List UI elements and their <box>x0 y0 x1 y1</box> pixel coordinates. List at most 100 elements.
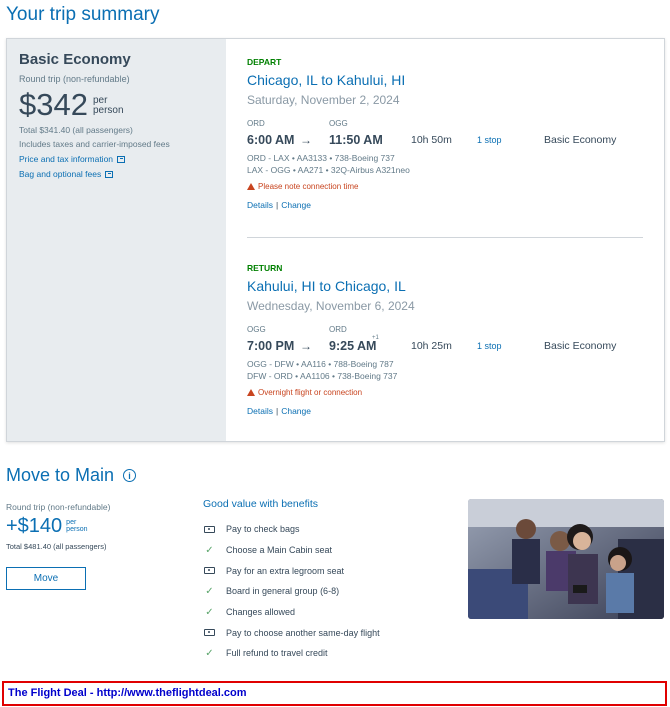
upsell-price-amount: +$140 <box>6 515 63 537</box>
benefit-item: ✓ Full refund to travel credit <box>203 643 380 664</box>
depart-stops-link[interactable]: 1 stop <box>477 135 502 145</box>
fare-price-panel: Basic Economy Round trip (non-refundable… <box>7 39 226 441</box>
benefits-title: Good value with benefits <box>203 498 318 510</box>
segment-divider <box>247 237 643 238</box>
cabin-photo <box>468 499 664 619</box>
benefit-text: Pay for an extra legroom seat <box>226 565 345 576</box>
return-stops-link[interactable]: 1 stop <box>477 341 502 351</box>
benefit-item: ✓ Board in general group (6-8) <box>203 581 380 602</box>
benefit-item: ✓ Choose a Main Cabin seat <box>203 540 380 561</box>
upsell-title: Move to Main i <box>6 465 137 486</box>
depart-warning-text: Please note connection time <box>258 182 359 191</box>
bag-fees-link[interactable]: Bag and optional fees <box>19 169 214 179</box>
price-tax-link-label[interactable]: Price and tax information <box>19 154 113 164</box>
depart-dep-time: 6:00 AM <box>247 133 295 147</box>
return-route: Kahului, HI to Chicago, IL <box>247 278 406 294</box>
person-label: person <box>92 105 124 116</box>
benefit-icon-wrap <box>203 629 216 637</box>
return-leg: OGG - DFW • AA116 • 788-Boeing 787 <box>247 359 394 369</box>
depart-segment: DEPART Chicago, IL to Kahului, HI Saturd… <box>247 57 643 210</box>
depart-details-link[interactable]: Details <box>247 200 273 210</box>
benefit-item: Pay to choose another same-day flight <box>203 622 380 643</box>
return-change-link[interactable]: Change <box>281 406 311 416</box>
benefit-text: Full refund to travel credit <box>226 648 328 659</box>
arrow-right-icon: → <box>300 133 312 147</box>
return-dep-time: 7:00 PM <box>247 339 295 353</box>
return-date: Wednesday, November 6, 2024 <box>247 299 415 313</box>
person-label: person <box>66 526 88 533</box>
warning-icon <box>247 389 255 396</box>
check-icon: ✓ <box>205 647 214 659</box>
depart-arr-time: 11:50 AM <box>329 133 383 147</box>
warning-icon <box>247 183 255 190</box>
check-icon: ✓ <box>205 544 214 556</box>
return-airport-codes: OGG ORD <box>247 325 643 337</box>
return-arr-time: 9:25 AM +1 <box>329 335 379 353</box>
fare-trip-type: Round trip (non-refundable) <box>19 74 130 84</box>
benefits-list: Good value with benefits Pay to check ba… <box>203 498 380 664</box>
check-icon: ✓ <box>205 606 214 618</box>
return-duration: 10h 25m <box>411 340 452 352</box>
benefits-items: Pay to check bags ✓ Choose a Main Cabin s… <box>203 519 380 664</box>
return-leg: DFW - ORD • AA1106 • 738-Boeing 737 <box>247 371 398 381</box>
fare-price-per: per person <box>93 96 124 116</box>
return-dest-code: ORD <box>329 325 347 334</box>
upsell-price-per: per person <box>66 519 87 533</box>
benefit-icon-wrap <box>203 567 216 575</box>
depart-change-link[interactable]: Change <box>281 200 311 210</box>
fare-price-amount: $342 <box>19 87 88 122</box>
bag-fees-link-label[interactable]: Bag and optional fees <box>19 169 101 179</box>
return-times: 7:00 PM → 9:25 AM +1 10h 25m 1 stop Basic… <box>247 335 643 357</box>
page-title: Your trip summary <box>6 4 160 25</box>
fare-name: Basic Economy <box>19 51 131 68</box>
depart-airport-codes: ORD OGG <box>247 119 643 131</box>
depart-date: Saturday, November 2, 2024 <box>247 93 400 107</box>
depart-actions: Details | Change <box>247 200 643 210</box>
upsell-trip-type: Round trip (non-refundable) <box>6 502 111 512</box>
depart-route: Chicago, IL to Kahului, HI <box>247 72 406 88</box>
footer-banner: The Flight Deal - http://www.theflightde… <box>2 681 667 706</box>
return-segment: RETURN Kahului, HI to Chicago, IL Wednes… <box>247 263 643 416</box>
benefit-icon-wrap: ✓ <box>203 586 216 597</box>
return-arr-time-value: 9:25 AM <box>329 339 377 353</box>
benefit-text: Pay to choose another same-day flight <box>226 627 380 638</box>
trip-summary-card: Basic Economy Round trip (non-refundable… <box>6 38 665 442</box>
day-offset: +1 <box>372 335 379 341</box>
benefit-icon-wrap: ✓ <box>203 545 216 556</box>
move-button[interactable]: Move <box>6 567 86 590</box>
return-cabin: Basic Economy <box>544 340 617 352</box>
upsell-total: Total $481.40 (all passengers) <box>6 542 107 551</box>
return-warning-text: Overnight flight or connection <box>258 388 363 397</box>
external-link-icon <box>117 155 126 163</box>
depart-dest-code: OGG <box>329 119 348 128</box>
benefit-text: Pay to check bags <box>226 524 300 535</box>
depart-duration: 10h 50m <box>411 134 452 146</box>
fare-total: Total $341.40 (all passengers) <box>19 125 133 135</box>
benefit-item: ✓ Changes allowed <box>203 602 380 623</box>
benefit-text: Choose a Main Cabin seat <box>226 545 333 556</box>
return-details-link[interactable]: Details <box>247 406 273 416</box>
benefit-icon-wrap: ✓ <box>203 607 216 618</box>
arrow-right-icon: → <box>300 339 312 353</box>
separator: | <box>275 200 279 210</box>
separator: | <box>275 406 279 416</box>
benefit-icon-wrap <box>203 525 216 533</box>
depart-leg: LAX - OGG • AA271 • 32Q-Airbus A321neo <box>247 165 410 175</box>
money-icon <box>204 567 215 575</box>
depart-warning: Please note connection time <box>247 182 643 191</box>
benefit-item: Pay for an extra legroom seat <box>203 560 380 581</box>
depart-origin-code: ORD <box>247 119 265 128</box>
benefit-text: Changes allowed <box>226 607 296 618</box>
benefit-icon-wrap: ✓ <box>203 648 216 659</box>
check-icon: ✓ <box>205 585 214 597</box>
money-icon <box>204 525 215 533</box>
upsell-price: +$140 per person <box>6 514 88 538</box>
depart-label: DEPART <box>247 57 282 67</box>
money-icon <box>204 629 215 637</box>
info-icon[interactable]: i <box>123 469 137 482</box>
depart-times: 6:00 AM → 11:50 AM 10h 50m 1 stop Basic … <box>247 133 643 151</box>
depart-leg: ORD - LAX • AA3133 • 738-Boeing 737 <box>247 153 395 163</box>
price-tax-link[interactable]: Price and tax information <box>19 154 214 164</box>
depart-cabin: Basic Economy <box>544 134 617 146</box>
benefit-item: Pay to check bags <box>203 519 380 540</box>
